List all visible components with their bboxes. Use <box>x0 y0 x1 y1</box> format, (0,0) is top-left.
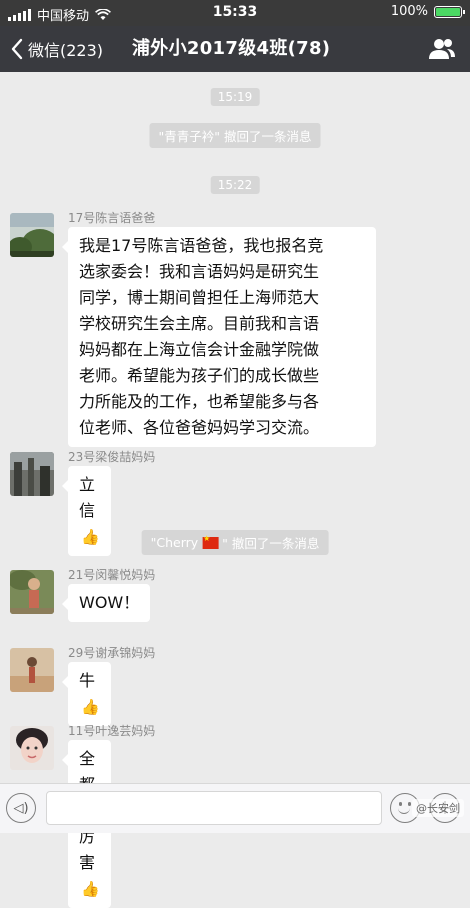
sender-name: 29号谢承锦妈妈 <box>68 646 156 660</box>
chat-title: 浦外小2017级4班(78) <box>132 38 331 59</box>
battery-percent: 100% <box>390 4 428 19</box>
message-text: 立信 <box>79 475 96 520</box>
recall-name: "Cherry <box>150 535 199 550</box>
message-line: 我是17号陈言语爸爸，我也报名竞 <box>79 236 324 255</box>
chevron-left-icon <box>11 38 23 60</box>
thumbs-up-icon: 👍 <box>81 698 100 716</box>
avatar[interactable] <box>10 213 54 257</box>
thumbs-up-icon: 👍 <box>81 528 100 546</box>
status-bar: 中国移动 15:33 100% <box>0 0 470 26</box>
time-divider: 15:22 <box>210 176 260 194</box>
recall-text: " 撤回了一条消息 <box>222 536 320 551</box>
status-right: 100% <box>390 4 465 19</box>
sender-name: 17号陈言语爸爸 <box>68 211 156 225</box>
message-bubble[interactable]: WOW！ <box>61 584 151 622</box>
recall-notice: "青青子衿" 撤回了一条消息 <box>149 123 321 148</box>
avatar[interactable] <box>10 570 54 614</box>
battery-fill <box>436 7 460 16</box>
time-divider: 15:19 <box>210 88 260 106</box>
message-line: 力所能及的工作，也希望能多与各 <box>79 392 320 411</box>
message-bubble[interactable]: 我是17号陈言语爸爸，我也报名竞 选家委会！我和言语妈妈是研究生 同学，博士期间… <box>62 227 376 447</box>
message-bubble[interactable]: 立信 👍 <box>62 466 111 556</box>
battery-icon <box>434 5 465 18</box>
voice-button[interactable]: ◁) <box>6 793 36 823</box>
sender-name: 21号闵馨悦妈妈 <box>68 568 156 582</box>
sender-name: 23号梁俊喆妈妈 <box>68 450 156 464</box>
message-line: 选家委会！我和言语妈妈是研究生 <box>79 262 320 281</box>
back-button[interactable]: 微信(223) <box>10 26 103 72</box>
voice-icon: ◁) <box>13 800 29 816</box>
recall-notice: "Cherry " 撤回了一条消息 <box>141 530 329 555</box>
watermark: @长安剑 <box>412 799 464 817</box>
input-bar: ◁) @长安剑 <box>0 783 470 833</box>
message-line: 同学，博士期间曾担任上海师范大 <box>79 288 320 307</box>
avatar[interactable] <box>10 648 54 692</box>
message-input[interactable] <box>46 791 382 825</box>
message-text: 牛 <box>79 671 96 690</box>
message-text: WOW！ <box>79 593 140 612</box>
message-line: 老师。希望能为孩子们的成长做些 <box>79 366 320 385</box>
avatar[interactable] <box>10 726 54 770</box>
message-line: 学校研究生会主席。目前我和言语 <box>79 314 320 333</box>
nav-bar: 微信(223) 浦外小2017级4班(78) <box>0 26 470 72</box>
message-bubble[interactable]: 牛👍 <box>62 662 111 726</box>
chat-area[interactable]: 15:19 "青青子衿" 撤回了一条消息 15:22 17号陈言语爸爸 我是17… <box>0 72 470 908</box>
back-label: 微信(223) <box>28 41 104 60</box>
message-line: 位老师、各位爸爸妈妈学习交流。 <box>79 418 320 437</box>
sender-name: 11号叶逸芸妈妈 <box>68 724 156 738</box>
avatar[interactable] <box>10 452 54 496</box>
recall-text: "青青子衿" 撤回了一条消息 <box>158 129 312 144</box>
china-flag-icon <box>202 534 219 549</box>
message-line: 妈妈都在上海立信会计金融学院做 <box>79 340 320 359</box>
group-info-icon[interactable] <box>428 37 456 61</box>
thumbs-up-icon: 👍 <box>81 880 100 898</box>
